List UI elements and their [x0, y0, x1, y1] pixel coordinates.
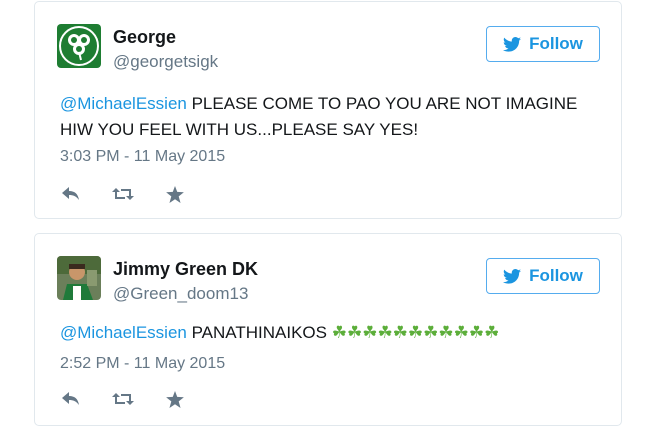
tweet-text: @MichaelEssien PLEASE COME TO PAO YOU AR…: [60, 91, 600, 143]
follow-label: Follow: [529, 266, 583, 285]
twitter-bird-icon: [503, 36, 522, 52]
tweet-card: Jimmy Green DK @Green_doom13 Follow @Mic…: [34, 233, 622, 426]
avatar[interactable]: [57, 256, 101, 300]
star-icon[interactable]: [164, 184, 186, 204]
shamrock-emoji-icon: ☘☘☘☘☘☘☘☘☘☘☘: [331, 323, 500, 342]
timestamp[interactable]: 2:52 PM - 11 May 2015: [60, 355, 225, 373]
display-name[interactable]: George: [113, 27, 176, 48]
tweet-card: George @georgetsigk Follow @MichaelEssie…: [34, 1, 622, 219]
avatar[interactable]: [57, 24, 101, 68]
follow-label: Follow: [529, 34, 583, 53]
shamrock-logo-icon: [57, 24, 101, 68]
star-icon[interactable]: [164, 389, 186, 409]
tweet-body: PANATHINAIKOS: [186, 323, 332, 342]
mention-link[interactable]: @MichaelEssien: [60, 323, 187, 342]
user-handle[interactable]: @Green_doom13: [113, 284, 248, 304]
timestamp[interactable]: 3:03 PM - 11 May 2015: [60, 148, 225, 166]
mention-link[interactable]: @MichaelEssien: [60, 94, 187, 113]
tweet-text: @MichaelEssien PANATHINAIKOS ☘☘☘☘☘☘☘☘☘☘☘: [60, 320, 600, 346]
tweet-actions: [60, 184, 186, 204]
twitter-bird-icon: [503, 268, 522, 284]
user-photo: [57, 256, 101, 300]
retweet-icon[interactable]: [112, 389, 134, 409]
reply-icon[interactable]: [60, 389, 82, 409]
display-name[interactable]: Jimmy Green DK: [113, 259, 258, 280]
tweet-actions: [60, 389, 186, 409]
follow-button[interactable]: Follow: [486, 26, 600, 62]
follow-button[interactable]: Follow: [486, 258, 600, 294]
retweet-icon[interactable]: [112, 184, 134, 204]
reply-icon[interactable]: [60, 184, 82, 204]
user-handle[interactable]: @georgetsigk: [113, 52, 218, 72]
